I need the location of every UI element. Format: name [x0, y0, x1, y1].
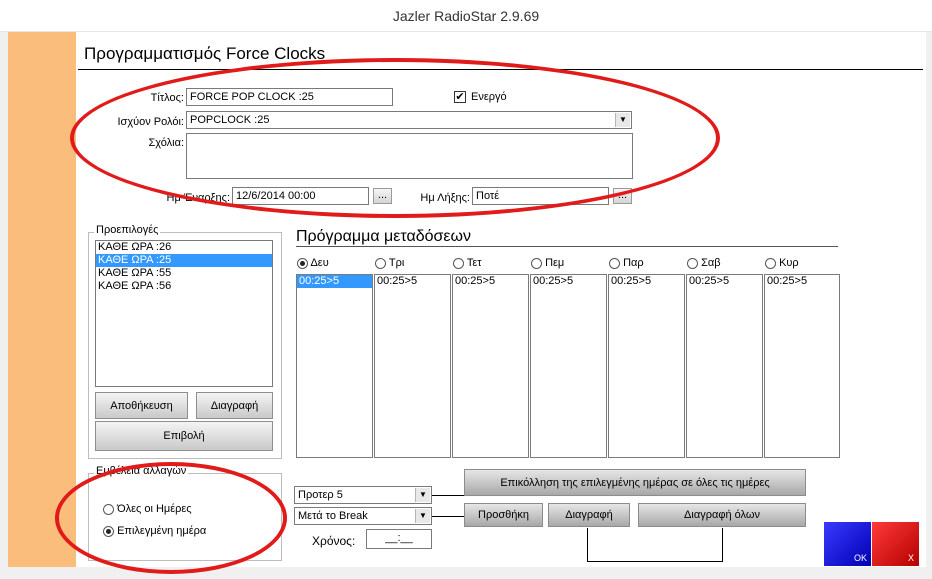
radio-icon[interactable]: [687, 257, 698, 269]
title-input[interactable]: FORCE POP CLOCK :25: [186, 88, 393, 106]
day-list-sat[interactable]: 00:25>5: [686, 274, 763, 458]
day-entry[interactable]: 00:25>5: [531, 275, 606, 288]
cancel-label: X: [907, 553, 914, 563]
side-accent-bar: [8, 32, 76, 567]
day-entry[interactable]: 00:25>5: [297, 275, 372, 288]
schedule-divider: [296, 246, 838, 247]
preset-item[interactable]: ΚΑΘΕ ΩΡΑ :55: [96, 267, 272, 280]
day-label: Παρ: [623, 257, 644, 269]
day-list-tue[interactable]: 00:25>5: [374, 274, 451, 458]
connector-line: [432, 495, 464, 496]
connector-line: [587, 528, 588, 562]
preset-item[interactable]: ΚΑΘΕ ΩΡΑ :26: [96, 241, 272, 254]
connector-line: [587, 561, 723, 562]
chevron-down-icon[interactable]: ▼: [615, 113, 630, 127]
paste-to-all-days-button[interactable]: Επικόλληση της επιλεγμένης ημέρας σε όλε…: [464, 469, 806, 496]
page-title: Προγραμματισμός Force Clocks: [84, 44, 326, 63]
preset-item[interactable]: ΚΑΘΕ ΩΡΑ :56: [96, 280, 272, 293]
ok-label: OK: [853, 553, 867, 563]
time-label: Χρόνος:: [312, 534, 356, 548]
day-entry[interactable]: 00:25>5: [453, 275, 528, 288]
day-radio-sat[interactable]: Σαβ: [687, 257, 721, 269]
preset-item-selected[interactable]: ΚΑΘΕ ΩΡΑ :25: [96, 254, 272, 267]
day-label: Κυρ: [779, 257, 799, 269]
day-radio-mon[interactable]: Δευ: [297, 257, 329, 269]
day-radio-fri[interactable]: Παρ: [609, 257, 644, 269]
scope-group: [88, 473, 282, 561]
radio-icon[interactable]: [453, 257, 464, 269]
day-list-fri[interactable]: 00:25>5: [608, 274, 685, 458]
delete-all-button[interactable]: Διαγραφή όλων: [638, 503, 806, 527]
day-label: Σαβ: [701, 257, 721, 269]
day-radio-thu[interactable]: Πεμ: [531, 257, 564, 269]
title-label: Τίτλος:: [150, 92, 184, 104]
day-label: Τετ: [466, 257, 482, 269]
start-date-label: Ημ Έναρξης:: [166, 192, 230, 204]
preset-delete-button[interactable]: Διαγραφή: [196, 392, 273, 419]
start-date-picker-button[interactable]: ...: [373, 188, 392, 204]
scope-selected-day-radio[interactable]: Επιλεγμένη ημέρα: [103, 525, 206, 537]
connector-line: [432, 516, 464, 517]
day-label: Δευ: [310, 257, 329, 269]
scope-group-title: Εμβέλεια αλλαγών: [94, 465, 189, 477]
start-date-input[interactable]: 12/6/2014 00:00: [232, 187, 369, 205]
day-entry[interactable]: 00:25>5: [687, 275, 762, 288]
radio-icon[interactable]: [765, 257, 776, 269]
presets-group-title: Προεπιλογές: [94, 224, 161, 236]
day-radio-wed[interactable]: Τετ: [453, 257, 482, 269]
day-radio-sun[interactable]: Κυρ: [765, 257, 799, 269]
cancel-button[interactable]: X: [872, 522, 919, 566]
break-select-value: Μετά το Break: [298, 510, 368, 522]
chevron-down-icon[interactable]: ▼: [415, 488, 430, 502]
connector-line: [722, 528, 723, 562]
day-entry[interactable]: 00:25>5: [765, 275, 839, 288]
clock-select-value: POPCLOCK :25: [190, 114, 270, 126]
radio-icon[interactable]: [103, 525, 114, 537]
radio-icon[interactable]: [609, 257, 620, 269]
day-radio-tue[interactable]: Τρι: [375, 257, 404, 269]
end-date-input[interactable]: Ποτέ: [472, 187, 609, 205]
clock-label: Ισχύον Ρολόι:: [117, 116, 184, 128]
preset-save-button[interactable]: Αποθήκευση: [95, 392, 188, 419]
window-title: Jazler RadioStar 2.9.69: [0, 0, 932, 32]
day-list-mon[interactable]: 00:25>5: [296, 274, 373, 458]
day-entry[interactable]: 00:25>5: [609, 275, 684, 288]
position-select-value: Προτερ 5: [298, 489, 343, 501]
ok-button[interactable]: OK: [824, 522, 871, 566]
radio-icon[interactable]: [103, 503, 114, 515]
day-label: Πεμ: [545, 257, 565, 269]
clock-select[interactable]: POPCLOCK :25 ▼: [186, 111, 632, 129]
break-select[interactable]: Μετά το Break ▼: [294, 507, 432, 525]
day-list-thu[interactable]: 00:25>5: [530, 274, 607, 458]
preset-apply-button[interactable]: Επιβολή: [95, 421, 273, 451]
radio-icon[interactable]: [297, 257, 308, 269]
window-frame-right: [926, 32, 932, 579]
radio-icon[interactable]: [531, 257, 542, 269]
scope-selected-day-label: Επιλεγμένη ημέρα: [117, 525, 207, 537]
title-divider: [78, 69, 923, 70]
chevron-down-icon[interactable]: ▼: [415, 509, 430, 523]
schedule-title: Πρόγραμμα μεταδόσεων: [296, 228, 472, 245]
presets-list[interactable]: ΚΑΘΕ ΩΡΑ :26 ΚΑΘΕ ΩΡΑ :25 ΚΑΘΕ ΩΡΑ :55 Κ…: [95, 240, 273, 387]
window-frame-left: [0, 32, 8, 579]
day-list-sun[interactable]: 00:25>5: [764, 274, 840, 458]
window-frame-bottom: [0, 567, 932, 579]
comments-textarea[interactable]: [186, 133, 633, 179]
delete-entry-button[interactable]: Διαγραφή: [548, 503, 630, 527]
position-select[interactable]: Προτερ 5 ▼: [294, 486, 432, 504]
end-date-label: Ημ Λήξης:: [420, 192, 470, 204]
active-checkbox[interactable]: ✔: [454, 91, 466, 103]
day-label: Τρι: [388, 257, 405, 269]
comments-label: Σχόλια:: [148, 137, 184, 149]
scope-all-days-label: Όλες οι Ημέρες: [117, 503, 192, 515]
radio-icon[interactable]: [375, 257, 386, 269]
time-input[interactable]: __:__: [366, 529, 432, 549]
day-entry[interactable]: 00:25>5: [375, 275, 450, 288]
active-label: Ενεργό: [471, 91, 507, 103]
add-button[interactable]: Προσθήκη: [464, 503, 543, 527]
scope-all-days-radio[interactable]: Όλες οι Ημέρες: [103, 503, 192, 515]
end-date-picker-button[interactable]: ...: [613, 188, 632, 204]
day-list-wed[interactable]: 00:25>5: [452, 274, 529, 458]
